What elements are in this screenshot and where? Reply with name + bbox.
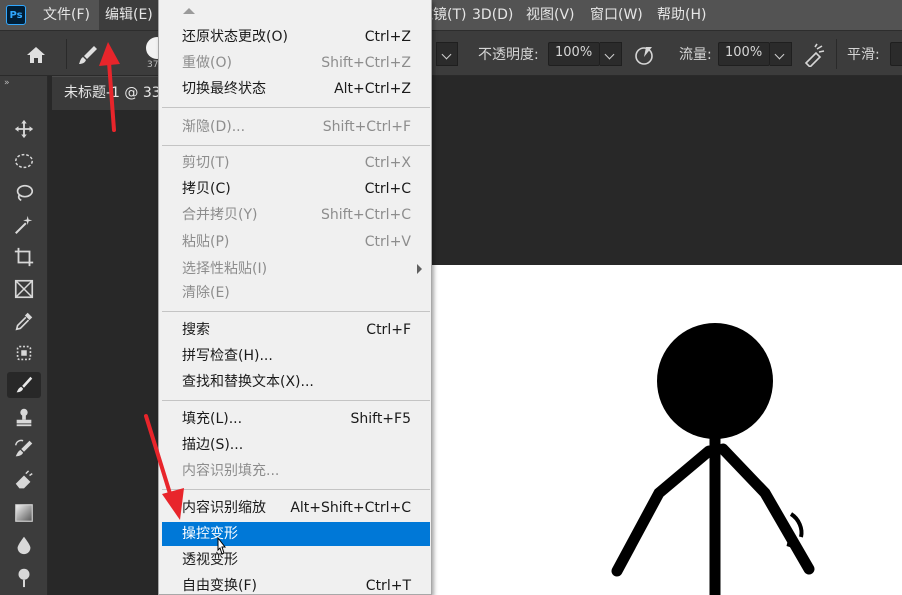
- menu-item-fill[interactable]: 填充(L)... Shift+F5: [162, 407, 430, 431]
- smoothing-input[interactable]: [890, 42, 902, 66]
- submenu-arrow-icon: [417, 264, 422, 274]
- move-tool-icon[interactable]: [7, 116, 41, 142]
- menu-item-paste-special[interactable]: 选择性粘贴(I): [162, 257, 430, 281]
- history-brush-tool-icon[interactable]: [7, 436, 41, 462]
- menu-separator: [162, 489, 430, 490]
- menu-item-perspective-warp[interactable]: 透视变形: [162, 548, 430, 572]
- menu-file[interactable]: 文件(F): [43, 0, 90, 30]
- menu-separator: [162, 145, 430, 146]
- options-separator: [66, 39, 67, 69]
- scroll-up-arrow-icon[interactable]: [183, 8, 195, 14]
- pressure-opacity-icon[interactable]: [632, 43, 656, 67]
- menu-item-search[interactable]: 搜索 Ctrl+F: [162, 318, 430, 342]
- menu-view[interactable]: 视图(V): [526, 0, 575, 30]
- flow-input[interactable]: 100%: [718, 42, 770, 66]
- menu-item-spell-check[interactable]: 拼写检查(H)...: [162, 344, 430, 368]
- menu-bar: Ps 文件(F) 编辑(E) 滤镜(T) 3D(D) 视图(V) 窗口(W) 帮…: [0, 0, 902, 30]
- home-icon[interactable]: [24, 43, 48, 67]
- eraser-tool-icon[interactable]: [7, 468, 41, 494]
- blur-tool-icon[interactable]: [7, 532, 41, 558]
- menu-item-clear[interactable]: 清除(E): [162, 281, 430, 305]
- brush-tool-icon[interactable]: [7, 372, 41, 398]
- menu-item-redo[interactable]: 重做(O) Shift+Ctrl+Z: [162, 51, 430, 75]
- menu-item-copy-merged[interactable]: 合并拷贝(Y) Shift+Ctrl+C: [162, 203, 430, 227]
- healing-brush-tool-icon[interactable]: [7, 340, 41, 366]
- menu-item-find-replace[interactable]: 查找和替换文本(X)...: [162, 370, 430, 394]
- menu-separator: [162, 107, 430, 108]
- menu-item-copy[interactable]: 拷贝(C) Ctrl+C: [162, 177, 430, 201]
- options-separator: [836, 39, 837, 69]
- mode-dropdown[interactable]: [436, 42, 458, 66]
- menu-help[interactable]: 帮助(H): [657, 0, 706, 30]
- stick-figure-drawing: [611, 323, 815, 595]
- frame-tool-icon[interactable]: [7, 276, 41, 302]
- panel-collapse-icon[interactable]: »: [4, 78, 9, 88]
- menu-item-toggle-last-state[interactable]: 切换最终状态 Alt+Ctrl+Z: [162, 77, 430, 101]
- brush-size-value: 37: [147, 60, 159, 70]
- menu-window[interactable]: 窗口(W): [590, 0, 643, 30]
- tools-panel: »: [0, 76, 48, 595]
- airbrush-icon[interactable]: [802, 43, 826, 69]
- menu-separator: [162, 400, 430, 401]
- menu-item-cut[interactable]: 剪切(T) Ctrl+X: [162, 151, 430, 175]
- document-tab[interactable]: 未标题-1 @ 33: [52, 76, 172, 110]
- menu-3d[interactable]: 3D(D): [472, 0, 513, 30]
- crop-tool-icon[interactable]: [7, 244, 41, 270]
- opacity-input[interactable]: 100%: [548, 42, 600, 66]
- opacity-dropdown[interactable]: [600, 42, 622, 66]
- flow-label: 流量:: [679, 47, 712, 63]
- menu-item-undo-state[interactable]: 还原状态更改(O) Ctrl+Z: [162, 25, 430, 49]
- gradient-tool-icon[interactable]: [7, 500, 41, 526]
- brush-preset-icon[interactable]: [76, 43, 100, 67]
- options-bar: 37 不透明度: 100% 流量: 100% 平滑:: [0, 30, 902, 76]
- eyedropper-tool-icon[interactable]: [7, 308, 41, 334]
- menu-item-fade[interactable]: 渐隐(D)... Shift+Ctrl+F: [162, 115, 430, 139]
- menu-separator: [162, 311, 430, 312]
- smoothing-label: 平滑:: [847, 47, 880, 63]
- magic-wand-tool-icon[interactable]: [7, 212, 41, 238]
- menu-item-content-aware-scale[interactable]: 内容识别缩放 Alt+Shift+Ctrl+C: [162, 496, 430, 520]
- menu-item-content-aware-fill[interactable]: 内容识别填充...: [162, 459, 430, 483]
- dodge-tool-icon[interactable]: [7, 564, 41, 590]
- lasso-tool-icon[interactable]: [7, 180, 41, 206]
- menu-item-paste[interactable]: 粘贴(P) Ctrl+V: [162, 230, 430, 254]
- marquee-tool-icon[interactable]: [7, 148, 41, 174]
- menu-item-stroke[interactable]: 描边(S)...: [162, 433, 430, 457]
- edit-menu-dropdown: 还原状态更改(O) Ctrl+Z 重做(O) Shift+Ctrl+Z 切换最终…: [158, 0, 432, 595]
- menu-edit[interactable]: 编辑(E): [99, 0, 159, 30]
- menu-item-free-transform[interactable]: 自由变换(F) Ctrl+T: [162, 574, 430, 595]
- document-canvas[interactable]: [431, 265, 902, 595]
- photoshop-logo-icon: Ps: [6, 5, 26, 25]
- clone-stamp-tool-icon[interactable]: [7, 404, 41, 430]
- opacity-label: 不透明度:: [478, 47, 539, 63]
- menu-item-puppet-warp[interactable]: 操控变形: [162, 522, 430, 546]
- flow-dropdown[interactable]: [770, 42, 792, 66]
